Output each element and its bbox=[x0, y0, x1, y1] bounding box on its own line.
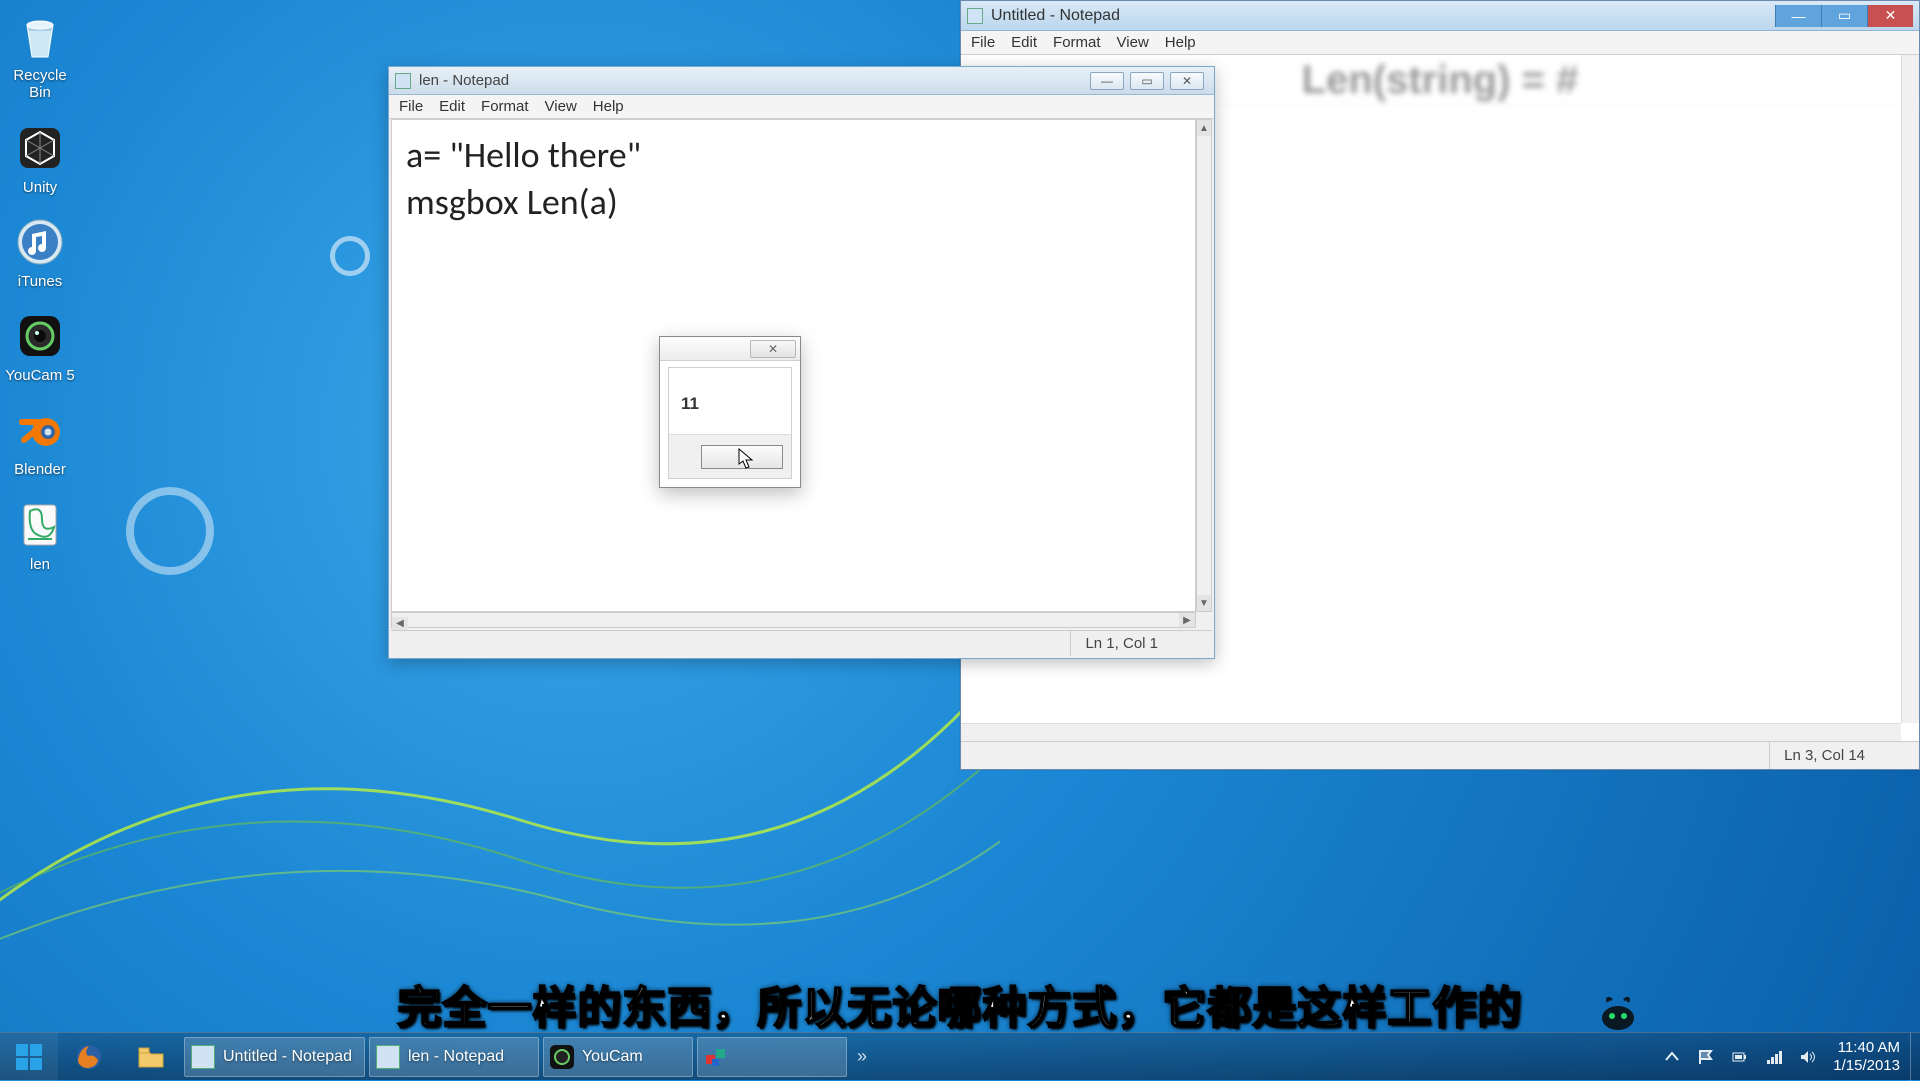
status-bar: Ln 1, Col 1 bbox=[391, 630, 1212, 656]
vertical-scrollbar[interactable] bbox=[1901, 55, 1919, 723]
window-title: Untitled - Notepad bbox=[991, 7, 1120, 25]
desktop-icons-column: Recycle Bin Unity iTunes YouCam 5 Blende… bbox=[4, 8, 84, 591]
show-desktop-button[interactable] bbox=[1910, 1033, 1920, 1081]
folder-icon bbox=[136, 1042, 166, 1072]
taskbar-task-youcam[interactable]: YouCam bbox=[543, 1037, 693, 1077]
menu-format[interactable]: Format bbox=[1053, 34, 1101, 51]
status-bar: Ln 3, Col 14 bbox=[961, 741, 1919, 769]
scroll-up-arrow-icon[interactable]: ▲ bbox=[1197, 120, 1211, 136]
ok-button[interactable] bbox=[701, 445, 783, 469]
notepad-icon bbox=[376, 1045, 400, 1069]
menu-bar: File Edit Format View Help bbox=[389, 95, 1214, 119]
desktop-icon-blender[interactable]: Blender bbox=[4, 402, 76, 478]
taskbar-task-len-notepad[interactable]: len - Notepad bbox=[369, 1037, 539, 1077]
desktop-icon-itunes[interactable]: iTunes bbox=[4, 214, 76, 290]
window-controls: — ▭ ✕ bbox=[1775, 5, 1913, 27]
desktop-icon-label: Blender bbox=[4, 461, 76, 478]
minimize-button[interactable]: — bbox=[1775, 5, 1821, 27]
desktop-icon-label: Recycle Bin bbox=[4, 67, 76, 102]
notepad-icon bbox=[395, 73, 411, 89]
windows-logo-icon bbox=[14, 1042, 44, 1072]
taskbar-pinned-firefox[interactable] bbox=[60, 1037, 118, 1077]
close-button[interactable]: ✕ bbox=[750, 340, 796, 358]
menu-help[interactable]: Help bbox=[593, 98, 624, 115]
menu-edit[interactable]: Edit bbox=[1011, 34, 1037, 51]
desktop-icon-label: len bbox=[4, 556, 76, 573]
script-file-icon bbox=[12, 497, 68, 553]
maximize-button[interactable]: ▭ bbox=[1821, 5, 1867, 27]
recycle-bin-icon bbox=[12, 8, 68, 64]
tray-clock[interactable]: 11:40 AM 1/15/2013 bbox=[1833, 1039, 1900, 1074]
power-icon[interactable] bbox=[1731, 1048, 1749, 1066]
scroll-right-arrow-icon[interactable]: ▶ bbox=[1179, 613, 1195, 627]
tray-up-arrow-icon[interactable] bbox=[1663, 1048, 1681, 1066]
taskbar-task-untitled-notepad[interactable]: Untitled - Notepad bbox=[184, 1037, 365, 1077]
taskbar-task-label: YouCam bbox=[582, 1048, 643, 1066]
taskbar-pinned-explorer[interactable] bbox=[122, 1037, 180, 1077]
window-controls: — ▭ ✕ bbox=[1090, 72, 1208, 90]
firefox-icon bbox=[74, 1042, 104, 1072]
horizontal-scrollbar[interactable]: ◀ ▶ bbox=[391, 612, 1196, 628]
color-blocks-icon bbox=[704, 1045, 728, 1069]
decorative-ring bbox=[330, 236, 370, 276]
status-caret-position: Ln 3, Col 14 bbox=[1769, 742, 1879, 769]
window-title: len - Notepad bbox=[419, 72, 509, 89]
scroll-down-arrow-icon[interactable]: ▼ bbox=[1197, 595, 1211, 611]
menu-edit[interactable]: Edit bbox=[439, 98, 465, 115]
minimize-button[interactable]: — bbox=[1090, 72, 1124, 90]
mouse-cursor-icon bbox=[738, 448, 756, 470]
dialog-message-text: 11 bbox=[681, 394, 699, 414]
clock-date: 1/15/2013 bbox=[1833, 1057, 1900, 1074]
menu-view[interactable]: View bbox=[1117, 34, 1149, 51]
network-icon[interactable] bbox=[1765, 1048, 1783, 1066]
taskbar-task-unknown[interactable] bbox=[697, 1037, 847, 1077]
notepad-icon bbox=[191, 1045, 215, 1069]
desktop-icon-unity[interactable]: Unity bbox=[4, 120, 76, 196]
dialog-body: 11 bbox=[668, 367, 792, 479]
menu-help[interactable]: Help bbox=[1165, 34, 1196, 51]
desktop-icon-youcam[interactable]: YouCam 5 bbox=[4, 308, 76, 384]
menu-format[interactable]: Format bbox=[481, 98, 529, 115]
system-tray: 11:40 AM 1/15/2013 bbox=[1663, 1039, 1910, 1074]
menu-bar: File Edit Format View Help bbox=[961, 31, 1919, 55]
clock-time: 11:40 AM bbox=[1833, 1039, 1900, 1056]
itunes-icon bbox=[12, 214, 68, 270]
unity-icon bbox=[12, 120, 68, 176]
vertical-scrollbar[interactable]: ▲ ▼ bbox=[1196, 119, 1212, 612]
youcam-icon bbox=[12, 308, 68, 364]
desktop-icon-label: iTunes bbox=[4, 273, 76, 290]
notepad-icon bbox=[967, 8, 983, 24]
titlebar[interactable]: Untitled - Notepad — ▭ ✕ bbox=[961, 1, 1919, 31]
status-caret-position: Ln 1, Col 1 bbox=[1070, 631, 1172, 656]
dialog-titlebar[interactable]: ✕ bbox=[660, 337, 800, 361]
close-button[interactable]: ✕ bbox=[1867, 5, 1913, 27]
decorative-ring bbox=[126, 487, 214, 575]
taskbar-task-label: len - Notepad bbox=[408, 1048, 504, 1066]
horizontal-scrollbar[interactable] bbox=[961, 723, 1901, 741]
taskbar: Untitled - Notepad len - Notepad YouCam … bbox=[0, 1032, 1920, 1080]
close-button[interactable]: ✕ bbox=[1170, 72, 1204, 90]
video-subtitle-text: 完全一样的东西，所以无论哪种方式，它都是这样工作的 bbox=[0, 972, 1920, 1036]
youcam-icon bbox=[550, 1045, 574, 1069]
desktop-icon-label: YouCam 5 bbox=[4, 367, 76, 384]
start-button[interactable] bbox=[0, 1033, 58, 1081]
flag-icon[interactable] bbox=[1697, 1048, 1715, 1066]
maximize-button[interactable]: ▭ bbox=[1130, 72, 1164, 90]
titlebar[interactable]: len - Notepad — ▭ ✕ bbox=[389, 67, 1214, 95]
taskbar-task-label: Untitled - Notepad bbox=[223, 1048, 352, 1066]
window-len-notepad[interactable]: len - Notepad — ▭ ✕ File Edit Format Vie… bbox=[388, 66, 1215, 659]
menu-file[interactable]: File bbox=[399, 98, 423, 115]
desktop-icon-len[interactable]: len bbox=[4, 497, 76, 573]
blender-icon bbox=[12, 402, 68, 458]
scroll-left-arrow-icon[interactable]: ◀ bbox=[392, 617, 408, 631]
desktop-icon-recycle-bin[interactable]: Recycle Bin bbox=[4, 8, 76, 102]
volume-icon[interactable] bbox=[1799, 1048, 1817, 1066]
message-box-dialog[interactable]: ✕ 11 bbox=[659, 336, 801, 488]
menu-view[interactable]: View bbox=[545, 98, 577, 115]
taskbar-overflow-chevron-icon[interactable]: » bbox=[857, 1046, 867, 1067]
desktop-icon-label: Unity bbox=[4, 179, 76, 196]
dialog-button-row bbox=[669, 434, 791, 478]
menu-file[interactable]: File bbox=[971, 34, 995, 51]
